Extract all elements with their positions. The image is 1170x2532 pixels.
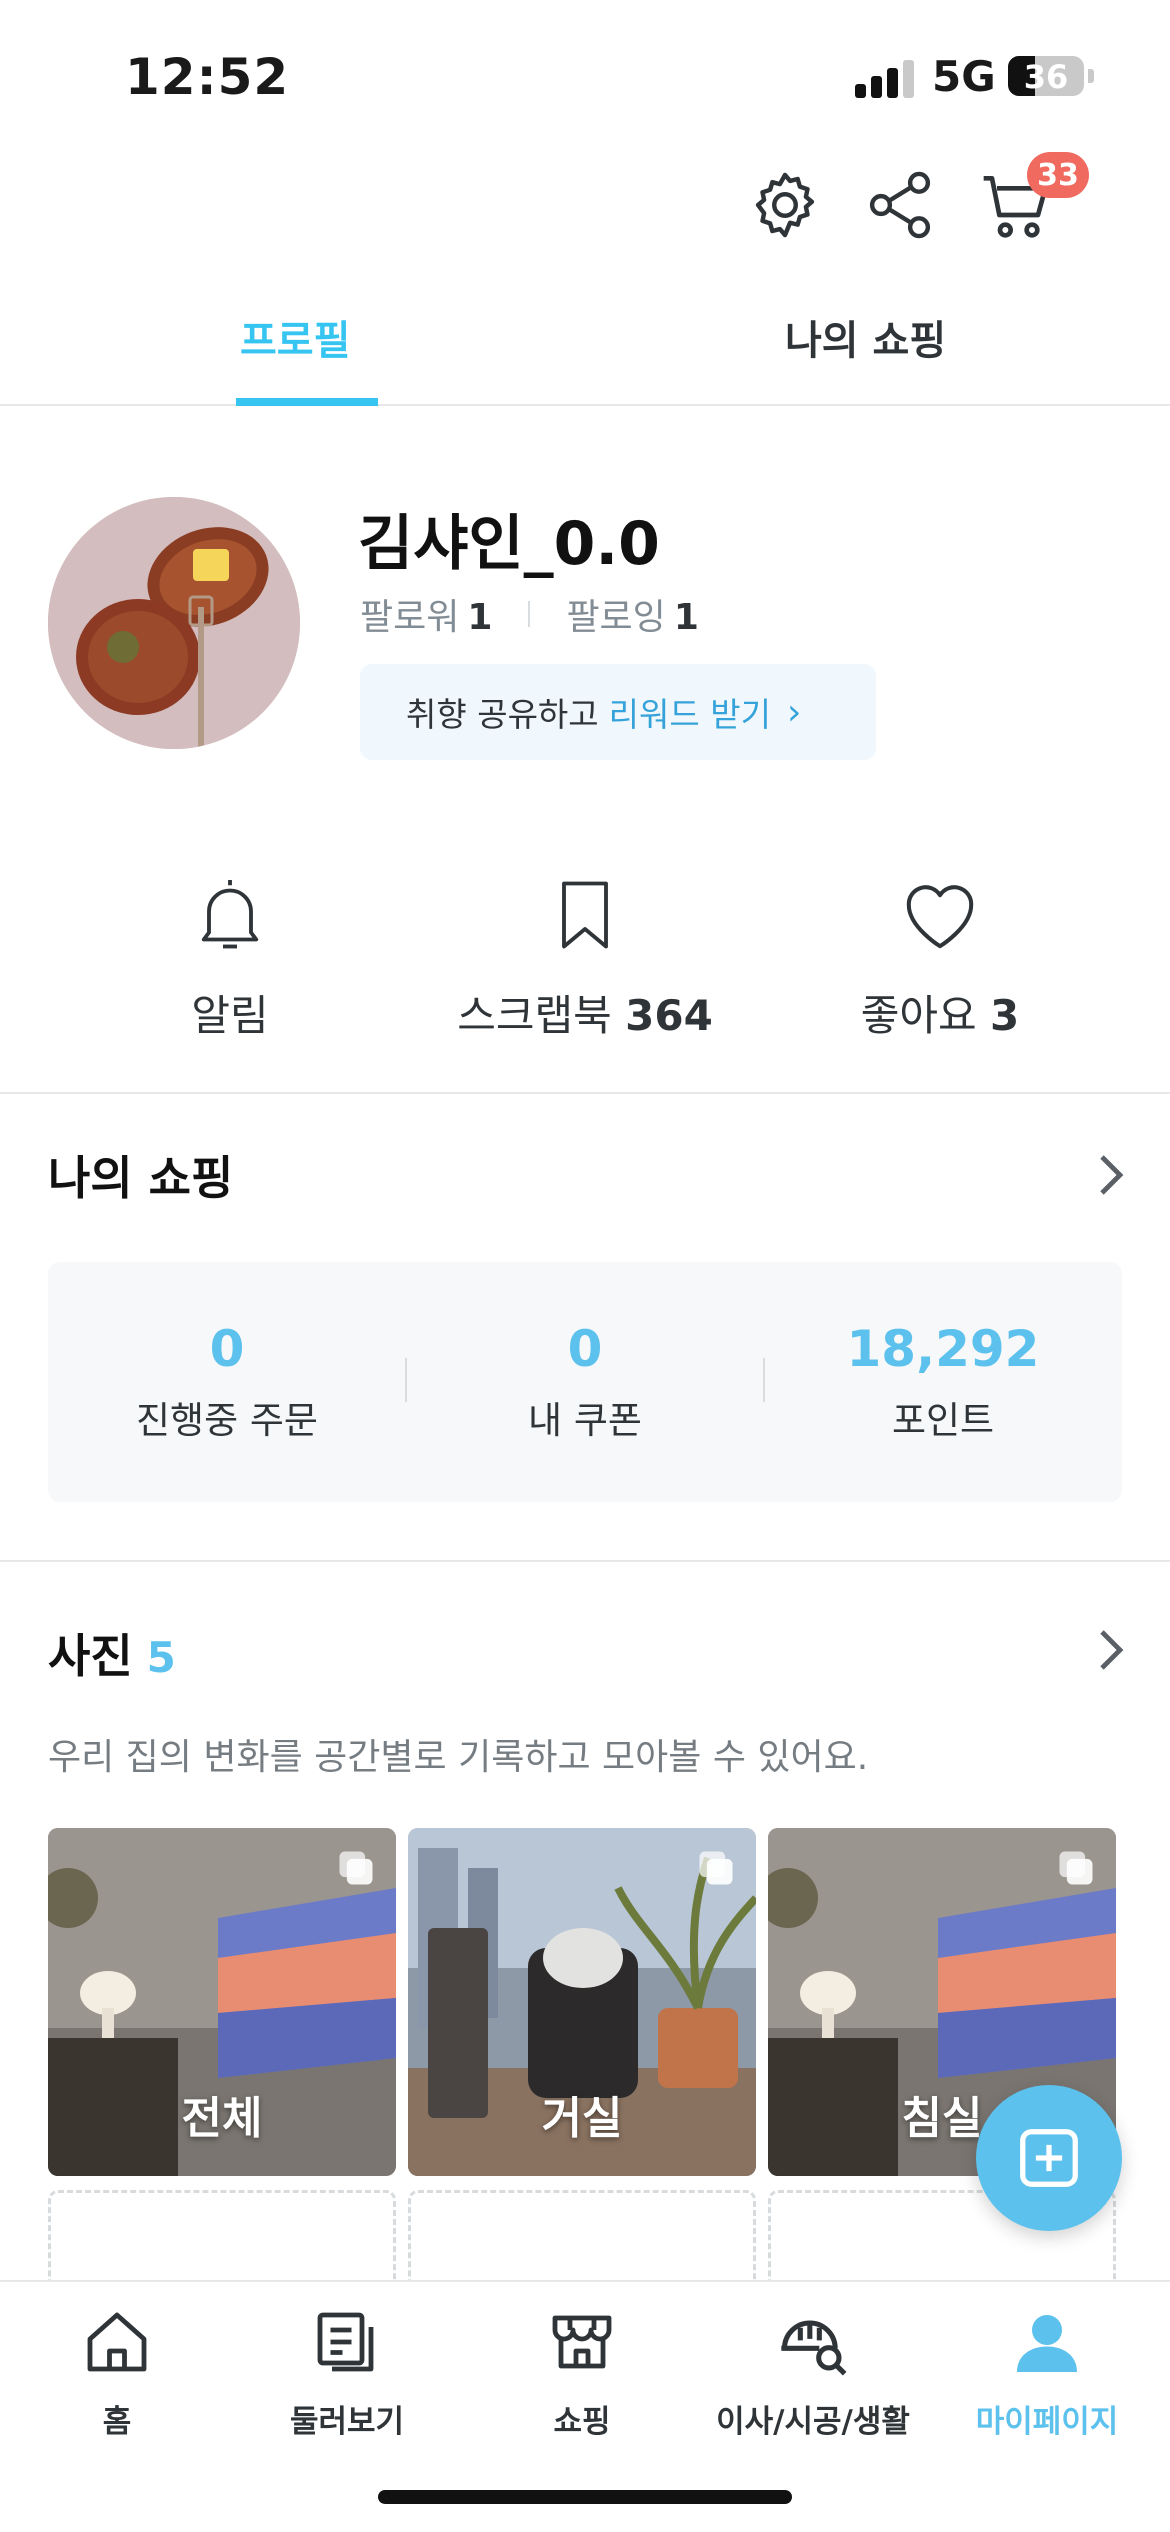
home-indicator — [378, 2490, 792, 2504]
likes-button[interactable]: 좋아요 3 — [780, 870, 1100, 1043]
album-label: 거실 — [541, 2093, 623, 2144]
my-shopping-more-button[interactable] — [1090, 1150, 1130, 1200]
status-bar: 12:52 5G 36 — [0, 0, 1170, 150]
photos-description: 우리 집의 변화를 공간별로 기록하고 모아볼 수 있어요. — [48, 1737, 869, 1778]
nav-home[interactable]: 홈 — [0, 2302, 234, 2441]
points[interactable]: 18,292 포인트 — [764, 1262, 1122, 1502]
scrapbook-label: 스크랩북 — [457, 991, 612, 1040]
following-label: 팔로잉 — [566, 597, 666, 638]
photos-title-label: 사진 — [48, 1629, 133, 1683]
nav-label: 쇼핑 — [553, 2404, 611, 2440]
followers-link[interactable]: 팔로워 1 — [360, 588, 492, 640]
nav-shopping[interactable]: 쇼핑 — [465, 2302, 699, 2441]
points-value: 18,292 — [846, 1320, 1040, 1378]
share-icon — [869, 171, 931, 239]
scrapbook-button[interactable]: 스크랩북 364 — [425, 870, 745, 1043]
multi-photo-icon — [339, 1851, 373, 1885]
profile-tabs: 프로필 나의 쇼핑 — [0, 290, 1170, 406]
photos-more-button[interactable] — [1090, 1625, 1130, 1675]
reward-text: 취향 공유하고 — [406, 695, 599, 734]
nav-browse[interactable]: 둘러보기 — [230, 2302, 464, 2441]
cart-count-badge: 33 — [1027, 152, 1089, 198]
battery-percent: 36 — [1023, 58, 1069, 96]
store-icon — [552, 2315, 612, 2369]
follow-divider — [528, 601, 531, 627]
helmet-search-icon — [781, 2320, 847, 2376]
following-link[interactable]: 팔로잉 1 — [566, 588, 698, 640]
bell-icon — [201, 880, 259, 949]
battery-icon: 36 — [1008, 56, 1084, 96]
coupons-count: 0 — [567, 1320, 603, 1378]
browse-icon — [317, 2312, 374, 2372]
photo-album-all[interactable]: 전체 — [48, 1828, 396, 2176]
reward-highlight: 리워드 받기 — [608, 695, 771, 734]
likes-label: 좋아요 — [860, 991, 977, 1040]
notifications-button[interactable]: 알림 — [70, 870, 390, 1043]
points-label: 포인트 — [891, 1399, 995, 1442]
bookmark-icon — [562, 881, 608, 949]
plus-square-icon — [1020, 2129, 1078, 2187]
follow-stats: 팔로워 1 팔로잉 1 — [360, 588, 699, 640]
gear-icon — [755, 172, 815, 238]
home-icon — [87, 2312, 147, 2372]
my-shopping-title: 나의 쇼핑 — [48, 1151, 234, 1205]
add-content-fab[interactable] — [976, 2085, 1122, 2231]
photos-count: 5 — [146, 1633, 176, 1682]
nav-my-page[interactable]: 마이페이지 — [930, 2302, 1164, 2441]
heart-icon — [906, 885, 974, 949]
active-tab-indicator — [236, 398, 378, 406]
coupons-label: 내 쿠폰 — [528, 1399, 642, 1442]
chevron-right-icon: › — [786, 691, 802, 733]
tab-my-shopping[interactable]: 나의 쇼핑 — [785, 308, 946, 366]
my-coupons[interactable]: 0 내 쿠폰 — [406, 1262, 764, 1502]
orders-in-progress[interactable]: 0 진행중 주문 — [48, 1262, 406, 1502]
section-divider — [0, 1092, 1170, 1094]
signal-icon — [855, 60, 915, 98]
album-label: 전체 — [181, 2093, 263, 2144]
following-count: 1 — [673, 597, 699, 638]
section-divider — [0, 1560, 1170, 1562]
nav-label: 둘러보기 — [289, 2404, 405, 2440]
scrapbook-count: 364 — [625, 991, 713, 1040]
nav-moving-services[interactable]: 이사/시공/생활 — [696, 2302, 930, 2441]
status-time: 12:52 — [125, 48, 290, 106]
photos-title: 사진 5 — [48, 1620, 176, 1686]
followers-count: 1 — [467, 597, 493, 638]
reward-banner-button[interactable]: 취향 공유하고 리워드 받기 › — [360, 664, 876, 760]
settings-button[interactable] — [740, 160, 830, 250]
nav-label: 홈 — [102, 2404, 132, 2440]
likes-count: 3 — [990, 991, 1020, 1040]
photo-album-living-room[interactable]: 거실 — [408, 1828, 756, 2176]
nav-label: 이사/시공/생활 — [716, 2404, 910, 2440]
chevron-right-icon — [1100, 1155, 1124, 1195]
person-icon — [1017, 2315, 1077, 2372]
orders-label: 진행중 주문 — [136, 1399, 318, 1442]
username: 김샤인_0.0 — [358, 509, 660, 579]
header-actions: 33 — [740, 152, 1140, 260]
multi-photo-icon — [699, 1851, 733, 1885]
battery-cap — [1088, 69, 1094, 83]
my-shopping-summary: 0 진행중 주문 0 내 쿠폰 18,292 포인트 — [48, 1262, 1122, 1502]
orders-count: 0 — [209, 1320, 245, 1378]
tab-profile[interactable]: 프로필 — [240, 308, 350, 366]
nav-label: 마이페이지 — [975, 2404, 1119, 2440]
notifications-label: 알림 — [191, 991, 269, 1040]
multi-photo-icon — [1059, 1851, 1093, 1885]
chevron-right-icon — [1100, 1630, 1124, 1670]
avatar[interactable] — [48, 497, 300, 749]
followers-label: 팔로워 — [360, 597, 460, 638]
network-type: 5G — [932, 52, 996, 101]
share-button[interactable] — [855, 160, 945, 250]
cart-button[interactable]: 33 — [972, 152, 1089, 250]
